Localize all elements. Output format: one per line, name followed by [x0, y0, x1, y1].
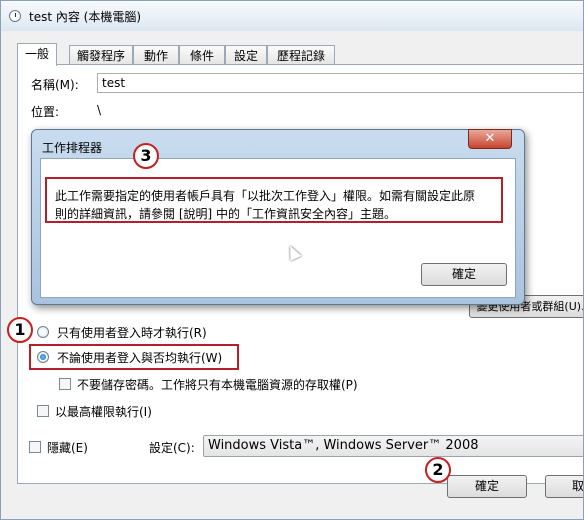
task-properties-window: test 內容 (本機電腦) 一般 觸發程序 動作 條件 設定 歷程記錄 名稱(…: [0, 0, 584, 520]
clock-icon: [9, 10, 21, 22]
ok-button[interactable]: 確定: [447, 475, 527, 498]
step-badge-2: 2: [425, 457, 451, 483]
tab-general[interactable]: 一般: [17, 43, 57, 66]
dialog-message-line-2: 則的詳細資訊，請參閱 [說明] 中的「工作資訊安全內容」主題。: [55, 207, 396, 221]
dialog-body: 此工作需要指定的使用者帳戶具有「以批次工作登入」權限。如需有關設定此原 則的詳細…: [40, 158, 516, 298]
dialog-message-line-1: 此工作需要指定的使用者帳戶具有「以批次工作登入」權限。如需有關設定此原: [55, 189, 476, 203]
run-whether-logged-on-label[interactable]: 不論使用者登入與否均執行(W): [57, 349, 222, 366]
hidden-checkbox[interactable]: [29, 441, 41, 453]
tab-history[interactable]: 歷程記錄: [267, 45, 335, 65]
do-not-store-password-label[interactable]: 不要儲存密碼。工作將只有本機電腦資源的存取權(P): [77, 376, 358, 393]
configure-label: 設定(C):: [149, 441, 195, 455]
close-icon[interactable]: ✕: [468, 129, 512, 149]
step-badge-1: 1: [7, 317, 33, 343]
name-label: 名稱(M):: [31, 78, 79, 92]
run-only-logged-on-label[interactable]: 只有使用者登入時才執行(R): [57, 324, 207, 341]
name-field[interactable]: test: [97, 73, 583, 93]
highest-privileges-checkbox[interactable]: [37, 405, 49, 417]
dialog-ok-button[interactable]: 確定: [421, 263, 507, 286]
title-bar: test 內容 (本機電腦): [1, 1, 583, 31]
cancel-button[interactable]: 取: [545, 475, 583, 498]
configure-dropdown[interactable]: Windows Vista™, Windows Server™ 2008: [203, 435, 583, 457]
run-only-logged-on-radio[interactable]: [37, 326, 49, 338]
window-title: test 內容 (本機電腦): [29, 10, 142, 24]
location-value: \: [97, 103, 102, 117]
tab-conditions[interactable]: 條件: [179, 45, 225, 65]
highest-privileges-label[interactable]: 以最高權限執行(I): [55, 403, 152, 420]
run-whether-logged-on-radio[interactable]: [37, 351, 49, 363]
dialog-message: 此工作需要指定的使用者帳戶具有「以批次工作登入」權限。如需有關設定此原 則的詳細…: [55, 187, 495, 223]
hidden-label[interactable]: 隱藏(E): [47, 439, 88, 456]
tab-actions[interactable]: 動作: [133, 45, 179, 65]
do-not-store-password-checkbox[interactable]: [59, 378, 71, 390]
task-scheduler-dialog: 工作排程器 ✕ 此工作需要指定的使用者帳戶具有「以批次工作登入」權限。如需有關設…: [31, 129, 525, 305]
tab-triggers[interactable]: 觸發程序: [69, 45, 133, 65]
tab-settings[interactable]: 設定: [225, 45, 267, 65]
step-badge-3: 3: [133, 143, 159, 169]
location-label: 位置:: [31, 105, 60, 119]
dialog-title: 工作排程器: [42, 141, 103, 155]
